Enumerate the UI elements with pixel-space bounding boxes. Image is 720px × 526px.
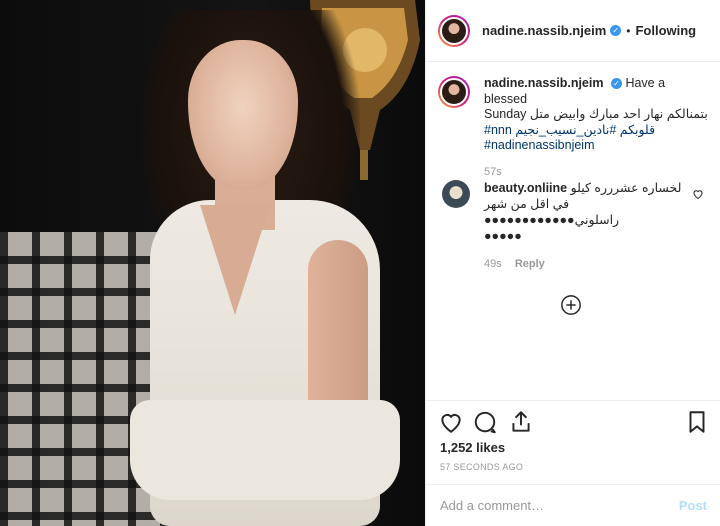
comment-item: beauty.onliine لخساره عشررره كيلو في اقل… (438, 180, 708, 270)
comment-line2: في اقل من شهر (484, 197, 570, 211)
comment-meta: 49s Reply (484, 258, 708, 270)
separator-dot: • (626, 23, 631, 38)
reply-button[interactable]: Reply (515, 258, 545, 270)
heart-icon[interactable] (438, 409, 464, 435)
commenter-username[interactable]: beauty.onliine (484, 181, 567, 195)
verified-icon: ✓ (610, 78, 622, 90)
caption-hashtags-line2[interactable]: #nadinenassibnjeim (484, 138, 595, 152)
bookmark-icon[interactable] (684, 409, 710, 435)
comment-time[interactable]: 49s (484, 258, 502, 270)
comment-text: beauty.onliine لخساره عشررره كيلو في اقل… (484, 180, 684, 244)
posted-time[interactable]: 57 SECONDS AGO (440, 462, 523, 472)
dress-peplum (130, 400, 400, 500)
share-icon[interactable] (508, 409, 534, 435)
likes-count[interactable]: 1,252 likes (440, 440, 505, 455)
comment-line3: ●●●●●●●●●●●●راسلوني (484, 213, 620, 227)
comment-line4: ●●●●● (484, 229, 522, 243)
author-avatar[interactable] (438, 14, 470, 47)
post-photo[interactable] (0, 0, 425, 526)
comment-line1: لخساره عشررره كيلو (570, 181, 682, 195)
comment-icon[interactable] (472, 409, 498, 435)
following-button[interactable]: Following (635, 23, 696, 38)
comment-input[interactable] (440, 498, 679, 513)
comments-section: nadine.nassib.njeim ✓ Have a blessed Sun… (426, 62, 720, 400)
post-side-panel: nadine.nassib.njeim ✓ • Following nadine… (425, 0, 720, 526)
caption: nadine.nassib.njeim ✓ Have a blessed Sun… (438, 76, 708, 178)
caption-hashtags-line1[interactable]: #nnn قلوبكم #نادين_نسيب_نجيم (484, 123, 655, 137)
caption-line2: Sunday بتمنالكم نهار احد مبارك وابيض متل (484, 107, 708, 121)
author-username[interactable]: nadine.nassib.njeim (482, 23, 606, 38)
comment-like-heart-icon[interactable] (692, 188, 704, 200)
post-header: nadine.nassib.njeim ✓ • Following (426, 0, 720, 62)
caption-username[interactable]: nadine.nassib.njeim (484, 76, 603, 90)
add-comment-bar: Post (426, 484, 720, 526)
caption-avatar[interactable] (438, 76, 470, 108)
verified-icon: ✓ (610, 25, 622, 36)
post-button[interactable]: Post (679, 498, 707, 513)
caption-time[interactable]: 57s (484, 166, 708, 178)
plus-circle-icon[interactable] (560, 294, 582, 316)
action-bar (426, 400, 720, 438)
commenter-avatar[interactable] (442, 180, 470, 208)
caption-text: nadine.nassib.njeim ✓ Have a blessed Sun… (484, 76, 708, 154)
